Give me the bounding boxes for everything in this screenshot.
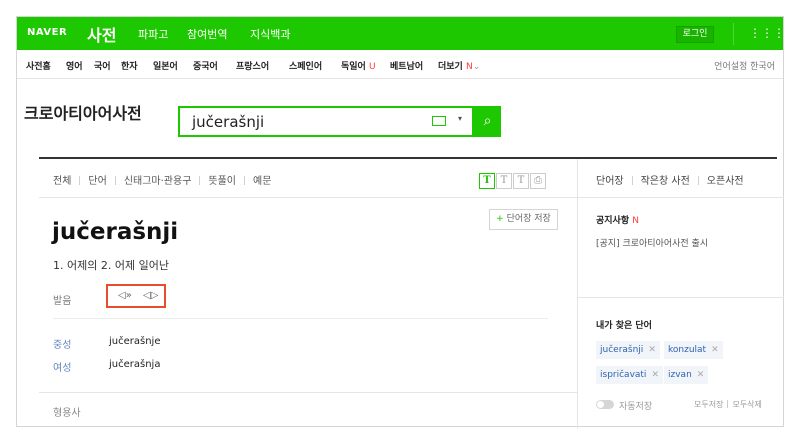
remove-icon[interactable]: ✕	[648, 345, 656, 355]
form-label-neuter: 중성	[53, 340, 72, 351]
tab-separator	[631, 176, 633, 185]
lang-english[interactable]: 영어	[66, 59, 83, 72]
form-value-feminine: jučerašnja	[109, 359, 161, 370]
main-divider	[39, 157, 777, 159]
forms-divider	[39, 392, 577, 393]
recent-word-chip[interactable]: izvan ✕	[664, 366, 709, 384]
new-update-badge: U	[368, 62, 376, 72]
toggle-knob	[597, 401, 604, 408]
print-icon[interactable]: ⎙	[530, 173, 546, 189]
menu-translation[interactable]: 참여번역	[187, 26, 227, 42]
global-nav: NAVER 사전 파파고 참여번역 지식백과 로그인 ⋮⋮⋮	[17, 17, 783, 50]
recent-word-chip[interactable]: jučerašnji ✕	[596, 341, 660, 359]
lang-more-label: 더보기	[438, 62, 463, 72]
lang-spanish[interactable]: 스페인어	[289, 59, 322, 72]
language-setting[interactable]: 언어설정 한국어	[714, 59, 775, 72]
tab-word[interactable]: 단어	[88, 176, 106, 187]
tab-separator	[697, 176, 699, 185]
login-button[interactable]: 로그인	[676, 26, 714, 43]
tab-wordbook[interactable]: 단어장	[596, 176, 624, 187]
search-button[interactable]: ⌕	[474, 106, 501, 137]
tab-open-dictionary[interactable]: 오픈사전	[707, 176, 744, 187]
tab-definition[interactable]: 뜻풀이	[208, 176, 236, 187]
chevron-down-icon: ⌄	[472, 62, 481, 72]
plus-icon: +	[496, 214, 504, 224]
lang-korean[interactable]: 국어	[94, 59, 111, 72]
link-separator	[727, 400, 729, 408]
right-tabs: 단어장 작은창 사전 오픈사전	[596, 172, 744, 187]
pronunciation-buttons: ◁» ◁▷	[106, 284, 166, 308]
notice-link[interactable]: [공지] 크로아티아어사전 출시	[596, 236, 708, 249]
tab-separator	[114, 176, 116, 185]
save-all-link[interactable]: 모두저장	[694, 400, 723, 409]
lang-vietnamese[interactable]: 베트남어	[390, 59, 423, 72]
remove-icon[interactable]: ✕	[711, 345, 719, 355]
recent-word[interactable]: izvan	[668, 370, 692, 380]
result-tabs: 전체 단어 신태그마·관용구 뜻풀이 예문	[53, 172, 271, 187]
service-title[interactable]: 사전	[87, 22, 116, 46]
part-of-speech: 형용사	[53, 408, 81, 419]
dropdown-arrow-icon[interactable]: ▾	[458, 114, 462, 123]
lang-hanja[interactable]: 한자	[121, 59, 138, 72]
tab-separator	[199, 176, 201, 185]
tab-example[interactable]: 예문	[253, 176, 271, 187]
keyboard-icon[interactable]	[432, 116, 446, 126]
recent-word[interactable]: ispričavati	[600, 370, 646, 380]
text-size-large-button[interactable]: T	[513, 173, 529, 189]
lang-home[interactable]: 사전홈	[26, 59, 51, 72]
save-to-wordbook-button[interactable]: + 단어장 저장	[489, 209, 558, 230]
menu-encyclopedia[interactable]: 지식백과	[250, 26, 290, 42]
notice-title-label: 공지사항	[596, 216, 630, 226]
tab-idiom[interactable]: 신태그마·관용구	[124, 176, 192, 187]
form-label-feminine: 여성	[53, 363, 72, 374]
autosave-toggle[interactable]	[596, 400, 614, 409]
lang-chinese[interactable]: 중국어	[193, 59, 218, 72]
save-button-label: 단어장 저장	[506, 214, 551, 224]
dictionary-title[interactable]: 크로아티아어사전	[24, 100, 142, 124]
speaker-alt-icon[interactable]: ◁▷	[143, 290, 158, 301]
text-size-small-button[interactable]: T	[479, 173, 495, 189]
pronunciation-label: 발음	[53, 296, 72, 307]
language-bar: 사전홈 영어 국어 한자 일본어 중국어 프랑스어 스페인어 독일어 U 베트남…	[17, 50, 783, 79]
recent-words-title: 내가 찾은 단어	[596, 321, 652, 331]
lang-german[interactable]: 독일어 U	[341, 59, 376, 72]
recent-word[interactable]: konzulat	[668, 345, 706, 355]
recent-word-chip[interactable]: ispričavati ✕	[596, 366, 663, 384]
notice-divider	[578, 297, 784, 298]
search-input[interactable]: jučerašnji	[192, 113, 264, 131]
naver-logo[interactable]: NAVER	[27, 27, 67, 38]
lang-more[interactable]: 더보기 N⌄	[438, 59, 480, 72]
pronunciation-divider	[53, 318, 548, 319]
notice-title: 공지사항 N	[596, 213, 639, 226]
tab-all[interactable]: 전체	[53, 176, 71, 187]
new-badge: N	[465, 62, 473, 72]
gnb-divider	[733, 23, 734, 45]
entry-meaning: 1. 어제의 2. 어제 일어난	[53, 259, 169, 272]
search-box[interactable]: jučerašnji ▾	[178, 106, 474, 137]
tab-separator	[79, 176, 81, 185]
right-tabs-divider	[578, 197, 784, 198]
menu-papago[interactable]: 파파고	[138, 26, 168, 42]
text-size-controls: T T T ⎙	[479, 168, 547, 189]
recent-actions: 모두저장 모두삭제	[694, 399, 762, 410]
grid-menu-icon[interactable]: ⋮⋮⋮	[749, 27, 783, 39]
column-divider	[577, 159, 578, 429]
recent-word-chip[interactable]: konzulat ✕	[664, 341, 723, 359]
remove-icon[interactable]: ✕	[697, 370, 705, 380]
form-value-neuter: jučerašnje	[109, 336, 161, 347]
lang-japanese[interactable]: 일본어	[153, 59, 178, 72]
autosave-label: 자동저장	[619, 402, 653, 412]
tab-mini-dictionary[interactable]: 작은창 사전	[641, 176, 690, 187]
delete-all-link[interactable]: 모두삭제	[732, 400, 761, 409]
tabs-divider	[39, 197, 577, 198]
speaker-icon[interactable]: ◁»	[118, 290, 132, 301]
entry-word: jučerašnji	[52, 219, 179, 245]
lang-german-label: 독일어	[341, 62, 366, 72]
remove-icon[interactable]: ✕	[651, 370, 659, 380]
recent-word[interactable]: jučerašnji	[600, 345, 643, 355]
lang-french[interactable]: 프랑스어	[236, 59, 269, 72]
new-badge: N	[632, 216, 639, 226]
tab-separator	[244, 176, 246, 185]
text-size-medium-button[interactable]: T	[496, 173, 512, 189]
